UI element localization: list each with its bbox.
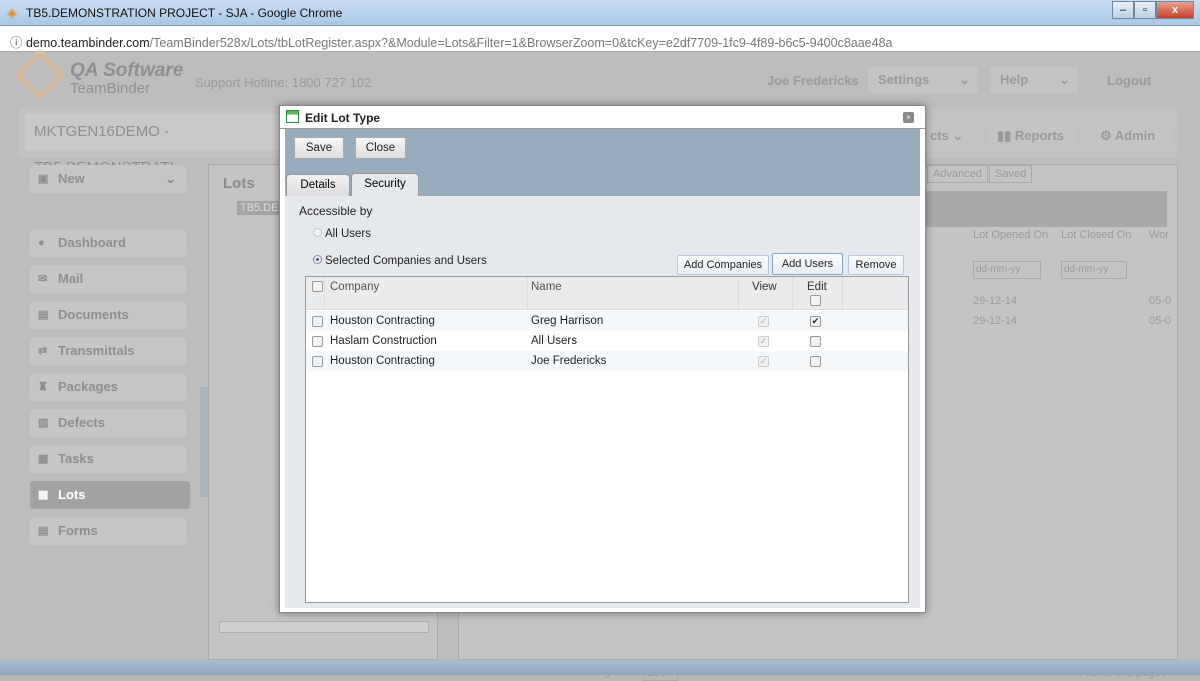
- column-lot-closed[interactable]: Lot Closed On: [1061, 229, 1131, 241]
- row-checkbox[interactable]: [312, 336, 323, 347]
- remove-button[interactable]: Remove: [848, 255, 904, 275]
- sidebar-item-lots[interactable]: ▦ Lots: [30, 481, 190, 509]
- security-tab-content: Accessible by All Users Selected Compani…: [285, 196, 920, 608]
- info-icon: ⓘ: [10, 36, 26, 50]
- accessible-by-label: Accessible by: [299, 204, 373, 218]
- window-title: TB5.DEMONSTRATION PROJECT - SJA - Google…: [26, 6, 343, 20]
- edit-checkbox[interactable]: [810, 336, 821, 347]
- tab-details[interactable]: Details: [286, 174, 350, 196]
- add-companies-button[interactable]: Add Companies: [677, 255, 769, 275]
- reports-button[interactable]: ▮▮ Reports: [987, 123, 1075, 149]
- edit-all-checkbox[interactable]: [810, 295, 821, 306]
- column-lot-opened[interactable]: Lot Opened On: [973, 229, 1048, 241]
- browser-title-bar: ◈ TB5.DEMONSTRATION PROJECT - SJA - Goog…: [0, 0, 1200, 26]
- row-checkbox[interactable]: [312, 356, 323, 367]
- radio-all-users[interactable]: All Users: [313, 228, 371, 240]
- dialog-toolbar: Save Close Details Security: [285, 129, 920, 196]
- column-view: View: [752, 281, 777, 293]
- cell-company: Houston Contracting: [330, 315, 435, 327]
- grid-header: Company Name View Edit: [306, 277, 908, 310]
- close-button[interactable]: Close: [355, 137, 406, 159]
- close-dialog-icon[interactable]: ×: [903, 112, 914, 123]
- save-button[interactable]: Save: [294, 137, 344, 159]
- radio-selected-companies[interactable]: Selected Companies and Users: [313, 255, 487, 267]
- taskbar: [0, 660, 1200, 675]
- user-name[interactable]: Joe Fredericks: [767, 73, 859, 88]
- cell-name: All Users: [531, 335, 578, 347]
- table-row[interactable]: Houston Contracting Greg Harrison ✓ ✔: [306, 311, 908, 331]
- dashboard-icon: ●: [38, 237, 45, 249]
- tree-item[interactable]: TB5.DE: [237, 201, 282, 215]
- forms-icon: ▤: [38, 525, 49, 537]
- access-grid: Company Name View Edit Houston Contracti…: [305, 276, 909, 603]
- cell-opened: 29-12-14: [973, 315, 1018, 327]
- support-hotline: Support Hotline: 1800 727 102: [195, 75, 372, 90]
- logout-link[interactable]: Logout: [1107, 73, 1151, 88]
- admin-button[interactable]: ⚙ Admin: [1090, 123, 1172, 149]
- new-button[interactable]: ▣ New ⌄: [30, 165, 186, 193]
- settings-menu[interactable]: Settings ⌄: [868, 67, 978, 93]
- sidebar-item-dashboard[interactable]: ● Dashboard: [30, 229, 186, 257]
- edit-lot-type-dialog: Edit Lot Type × Save Close Details Secur…: [279, 105, 926, 613]
- advanced-search-button[interactable]: Advanced: [927, 165, 988, 183]
- project-selector[interactable]: MKTGEN16DEMO - TB5.DEMONSTRATI: [26, 114, 286, 176]
- cell-work: 05-0: [1149, 315, 1172, 327]
- row-checkbox[interactable]: [312, 316, 323, 327]
- view-checkbox: ✓: [758, 336, 769, 347]
- close-window-button[interactable]: x: [1156, 1, 1194, 19]
- dialog-title: Edit Lot Type: [305, 111, 381, 125]
- cell-name: Greg Harrison: [531, 315, 604, 327]
- edit-checkbox[interactable]: ✔: [810, 316, 821, 327]
- sidebar-item-packages[interactable]: ♜ Packages: [30, 373, 186, 401]
- minimize-button[interactable]: –: [1112, 1, 1134, 19]
- column-company[interactable]: Company: [330, 277, 379, 297]
- document-icon: ▤: [38, 309, 49, 321]
- sidebar-item-forms[interactable]: ▤ Forms: [30, 517, 186, 545]
- cell-work: 05-0: [1149, 295, 1172, 307]
- lots-icon: ▦: [38, 489, 49, 501]
- sidebar-item-mail[interactable]: ✉ Mail: [30, 265, 186, 293]
- horizontal-scrollbar[interactable]: [219, 621, 429, 633]
- sidebar-item-defects[interactable]: ▧ Defects: [30, 409, 186, 437]
- dialog-header: Edit Lot Type ×: [280, 106, 925, 129]
- maximize-button[interactable]: ▫: [1134, 1, 1156, 19]
- lot-closed-filter[interactable]: dd-mm-yy: [1061, 261, 1127, 279]
- tab-security[interactable]: Security: [351, 173, 419, 196]
- cell-name: Joe Fredericks: [531, 355, 607, 367]
- column-edit: Edit: [807, 281, 827, 293]
- cell-company: Houston Contracting: [330, 355, 435, 367]
- sidebar-item-tasks[interactable]: ▦ Tasks: [30, 445, 186, 473]
- package-icon: ♜: [38, 381, 48, 393]
- saved-search-button[interactable]: Saved: [989, 165, 1033, 183]
- view-checkbox: ✓: [758, 356, 769, 367]
- lot-opened-filter[interactable]: dd-mm-yy: [973, 261, 1041, 279]
- help-menu[interactable]: Help ⌄: [990, 67, 1078, 93]
- edit-checkbox[interactable]: [810, 356, 821, 367]
- logo-text: QA Software: [70, 60, 184, 81]
- cell-opened: 29-12-14: [973, 295, 1018, 307]
- table-row[interactable]: Haslam Construction All Users ✓: [306, 331, 908, 351]
- defect-icon: ▧: [38, 417, 49, 429]
- app-icon: ◈: [7, 5, 17, 20]
- transmittal-icon: ⇄: [38, 345, 48, 357]
- mail-icon: ✉: [38, 273, 48, 285]
- logo-icon: [14, 49, 66, 101]
- sidebar-item-transmittals[interactable]: ⇄ Transmittals: [30, 337, 186, 365]
- plus-icon: ▣: [38, 173, 49, 185]
- tasks-icon: ▦: [38, 453, 49, 465]
- address-bar[interactable]: ⓘ demo.teambinder.com/TeamBinder528x/Lot…: [0, 26, 1200, 52]
- select-all-checkbox[interactable]: [312, 281, 323, 292]
- lots-panel-title: Lots: [223, 175, 255, 192]
- logo-subtext: TeamBinder: [70, 80, 151, 97]
- cell-company: Haslam Construction: [330, 335, 437, 347]
- add-users-button[interactable]: Add Users: [772, 253, 843, 275]
- form-icon: [286, 110, 299, 123]
- column-name[interactable]: Name: [531, 277, 562, 297]
- column-work[interactable]: Work Comm: [1149, 229, 1169, 241]
- sidebar-item-documents[interactable]: ▤ Documents: [30, 301, 186, 329]
- view-checkbox: ✓: [758, 316, 769, 327]
- table-row[interactable]: Houston Contracting Joe Fredericks ✓: [306, 351, 908, 371]
- projects-menu[interactable]: cts ⌄: [920, 123, 975, 149]
